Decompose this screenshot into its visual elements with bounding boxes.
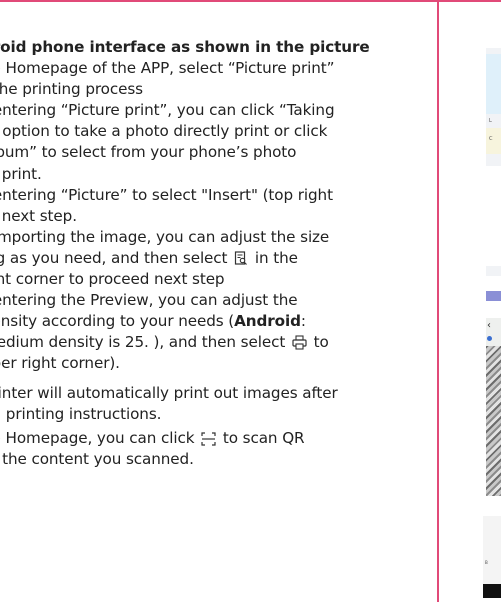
step-line: density according to your needs (Android…	[0, 311, 434, 332]
step-line: ight corner to proceed next step	[0, 270, 225, 289]
screenshot-label: C	[489, 136, 493, 142]
step-line: to print.	[0, 164, 42, 183]
plant-photo	[486, 346, 501, 496]
step-text: ing as you need, and then select	[0, 248, 228, 267]
screenshot-banner	[486, 54, 501, 114]
handle-dot-icon	[487, 336, 492, 341]
app-homepage-screenshot: L C	[486, 48, 501, 276]
column-divider	[437, 2, 439, 602]
step-line: ne Homepage of the APP, select “Picture …	[0, 59, 335, 78]
heading-text: droid phone interface as shown in the pi…	[0, 38, 370, 56]
step-line: medium density is 25. ), and then select…	[0, 332, 434, 353]
screenshot-divider-bar	[486, 291, 501, 301]
step-line: r importing the image, you can adjust th…	[0, 227, 330, 246]
heading-line: droid phone interface as shown in the pi…	[0, 37, 434, 58]
screenshot-dark-footer	[483, 584, 501, 598]
document-search-icon	[234, 251, 248, 272]
printer-icon	[292, 335, 307, 356]
step-line: r entering “Picture print”, you can clic…	[0, 101, 335, 120]
step-line: r entering “Picture” to select "Insert" …	[0, 185, 333, 204]
step-text: in the	[254, 248, 298, 267]
step-text: medium density is 25. ), and then select	[0, 333, 286, 352]
picture-edit-screenshot: ‹	[486, 318, 501, 496]
step-line: ne Homepage, you can click to scan QR	[0, 428, 434, 449]
step-line: r entering the Preview, you can adjust t…	[0, 291, 298, 310]
back-arrow-icon: ‹	[487, 320, 491, 331]
android-bold-label: Android	[234, 312, 301, 331]
step-text: to scan QR	[222, 428, 305, 447]
step-line: pper right corner).	[0, 354, 120, 373]
step-line: ng printing instructions.	[0, 404, 162, 423]
step-text: ne Homepage, you can click	[0, 428, 195, 447]
screenshot-label: L	[489, 118, 492, 124]
step-line: printer will automatically print out ima…	[0, 383, 338, 402]
instructions-text: droid phone interface as shown in the pi…	[0, 37, 434, 470]
step-line: s” option to take a photo directly print…	[0, 122, 328, 141]
step-line: album” to select from your phone’s photo	[0, 143, 297, 162]
step-text: to	[313, 333, 329, 352]
top-accent-rule	[0, 0, 501, 2]
step-text: :	[300, 312, 306, 331]
step-line: to next step.	[0, 206, 77, 225]
scan-icon	[201, 431, 216, 452]
screenshot-panel	[486, 166, 501, 266]
step-line: r the printing process	[0, 80, 143, 99]
step-text: density according to your needs (	[0, 312, 235, 331]
step-line: nt the content you scanned.	[0, 449, 194, 468]
preview-screenshot: B	[483, 516, 501, 598]
screenshot-label: B	[485, 560, 488, 565]
step-line: ing as you need, and then select in the	[0, 248, 434, 269]
